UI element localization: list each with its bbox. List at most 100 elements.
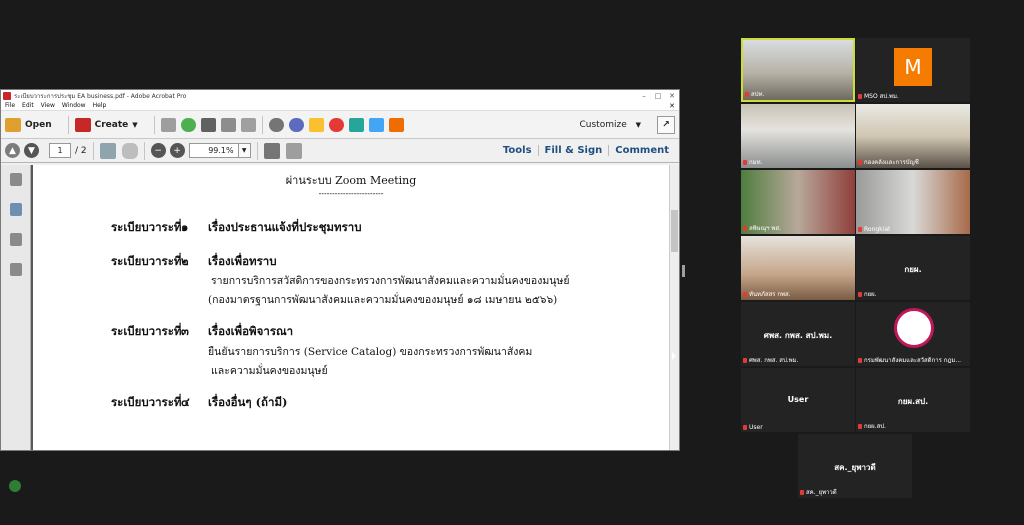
print-icon[interactable] — [200, 117, 216, 132]
participant-tile[interactable]: สปท. — [741, 38, 855, 102]
pdf-page: ผ่านระบบ Zoom Meeting ------------------… — [33, 165, 669, 450]
menu-edit[interactable]: Edit — [22, 102, 34, 109]
agenda-title: เรื่องอื่นๆ (ถ้ามี) — [208, 395, 288, 409]
tools-link[interactable]: Tools — [497, 145, 538, 156]
chevron-down-icon: ▼ — [132, 120, 138, 129]
create-button[interactable]: Create ▼ — [74, 117, 138, 132]
zoom-in-icon[interactable]: + — [169, 143, 185, 158]
restore-icon[interactable]: □ — [651, 92, 665, 100]
menu-window[interactable]: Window — [62, 102, 86, 109]
agenda-title: เรื่องประธานแจ้งที่ประชุมทราบ — [208, 220, 362, 234]
menu-help[interactable]: Help — [93, 102, 107, 109]
page-up-icon[interactable]: ▲ — [5, 143, 20, 158]
toolbar-separator — [67, 115, 69, 134]
avatar: M — [894, 48, 932, 86]
participant-tile[interactable]: กยผ.สป. กยผ.สป. — [856, 368, 970, 432]
zoom-out-icon[interactable]: − — [150, 143, 166, 158]
pages-icon[interactable] — [9, 173, 22, 186]
extra-tools — [268, 117, 404, 132]
mic-muted-icon — [858, 227, 862, 232]
mic-muted-icon — [858, 159, 862, 165]
close-document-icon[interactable]: ✕ — [669, 102, 675, 110]
navigation-pane — [1, 165, 31, 450]
participant-tile[interactable]: กมท. — [741, 104, 855, 168]
read-mode-icon[interactable] — [285, 142, 302, 159]
expand-icon[interactable]: ↗ — [657, 115, 675, 134]
participant-tile[interactable]: Rongkiat — [856, 170, 970, 234]
signature-icon[interactable] — [9, 263, 22, 276]
page-number-input[interactable]: 1 — [49, 143, 71, 158]
chevron-down-icon: ▼ — [635, 120, 641, 129]
toolbar-separator — [153, 115, 155, 134]
menu-view[interactable]: View — [41, 102, 55, 109]
mic-muted-icon — [800, 489, 804, 495]
agenda-detail: และความมั่นคงของมนุษย์ — [211, 365, 328, 377]
customize-dropdown[interactable]: Customize ▼ — [579, 120, 641, 130]
acrobat-window: ระเบียบวาระการประชุม EA business.pdf - A… — [0, 89, 680, 451]
gear-icon[interactable] — [268, 117, 284, 132]
cloud-icon[interactable] — [180, 117, 196, 132]
page-down-icon[interactable]: ▼ — [24, 143, 39, 158]
mic-muted-icon — [858, 423, 862, 429]
comment-link[interactable]: Comment — [608, 145, 675, 156]
window-title: ระเบียบวาระการประชุม EA business.pdf - A… — [14, 92, 187, 100]
close-icon[interactable]: ✕ — [665, 92, 679, 100]
participant-tile[interactable]: ทันทภัสสร กพส. — [741, 236, 855, 300]
mic-muted-icon — [858, 291, 862, 297]
save-icon[interactable] — [160, 117, 176, 132]
mic-muted-icon — [745, 91, 749, 97]
participant-name: สค._ยุพาวดี — [800, 487, 837, 497]
participant-tile[interactable]: กองคลังและการบัญชี — [856, 104, 970, 168]
bookmark-icon[interactable] — [9, 203, 22, 216]
attachment-icon[interactable] — [9, 233, 22, 246]
quick-tools — [160, 117, 256, 132]
agenda-number: ๑ — [181, 220, 189, 234]
participant-tile[interactable]: M MSO สป.พม. — [856, 38, 970, 102]
hand-tool-icon[interactable] — [121, 142, 138, 159]
zoom-dropdown-icon[interactable]: ▼ — [238, 143, 251, 158]
toolbar-separator — [143, 141, 145, 160]
sign-icon[interactable] — [388, 117, 404, 132]
participant-name: MSO สป.พม. — [858, 91, 899, 101]
select-cursor-icon[interactable] — [99, 142, 116, 159]
email-icon[interactable] — [240, 117, 256, 132]
folder-icon — [5, 117, 21, 132]
vertical-scrollbar[interactable] — [669, 165, 679, 450]
open-button[interactable]: Open — [5, 117, 52, 132]
zoom-level-input[interactable]: 99.1% — [188, 143, 239, 158]
window-controls: – □ ✕ — [637, 92, 679, 100]
agenda-title: เรื่องเพื่อทราบ — [208, 254, 277, 268]
main-toolbar: Open Create ▼ Customize ▼ ↗ — [1, 111, 679, 139]
participant-name: กมท. — [743, 157, 762, 167]
comment-bubble-icon[interactable] — [288, 117, 304, 132]
stop-icon[interactable] — [328, 117, 344, 132]
heading-divider: ------------------------ — [318, 189, 384, 198]
pencil-icon[interactable] — [9, 480, 21, 492]
participant-display-name: สค._ยุพาวดี — [834, 463, 876, 472]
menu-file[interactable]: File — [5, 102, 15, 109]
participant-tile[interactable]: ลพิษณุฯ พส. — [741, 170, 855, 234]
participant-tile[interactable]: User User — [741, 368, 855, 432]
share-icon[interactable] — [368, 117, 384, 132]
edit-icon[interactable] — [220, 117, 236, 132]
pdf-icon — [3, 91, 11, 100]
mic-muted-icon — [743, 225, 747, 231]
participant-tile[interactable]: สค._ยุพาวดี สค._ยุพาวดี — [798, 434, 912, 498]
highlight-icon[interactable] — [308, 117, 324, 132]
participant-tile[interactable]: กยผ. กยผ. — [856, 236, 970, 300]
minimize-icon[interactable]: – — [637, 92, 651, 100]
participant-tile[interactable]: ศพส. กพส. สป.พม. ศพส. กพส. สป.พม. — [741, 302, 855, 366]
seal-logo — [894, 308, 934, 348]
scrollbar-thumb[interactable] — [671, 210, 678, 252]
agenda-number: ๔ — [181, 395, 190, 409]
export-icon[interactable] — [348, 117, 364, 132]
fit-page-icon[interactable] — [263, 142, 280, 159]
participant-display-name: ศพส. กพส. สป.พม. — [763, 331, 833, 340]
fill-sign-link[interactable]: Fill & Sign — [537, 145, 609, 156]
participant-tile[interactable]: กรมพัฒนาสังคมและสวัสดิการ กฎม... — [856, 302, 970, 366]
participant-name: ลพิษณุฯ พส. — [743, 223, 781, 233]
acrobat-titlebar: ระเบียบวาระการประชุม EA business.pdf - A… — [1, 90, 679, 101]
participant-name: ทันทภัสสร กพส. — [743, 289, 791, 299]
participant-name: ศพส. กพส. สป.พม. — [743, 355, 799, 365]
splitter-handle[interactable] — [682, 265, 685, 277]
